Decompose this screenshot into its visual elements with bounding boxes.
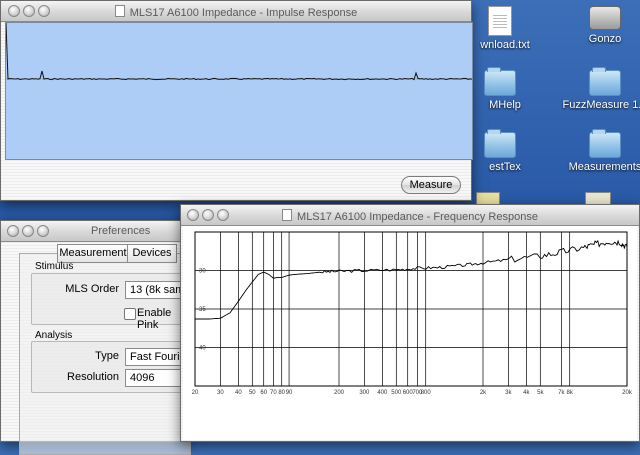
x-tick-label: 90	[286, 390, 293, 396]
impulse-plot-svg	[6, 23, 472, 159]
desktop-icon-label: FuzzMeasure 1.1	[562, 99, 640, 111]
x-tick-label: 40	[235, 390, 242, 396]
desktop-icon-label: estTex	[489, 161, 521, 173]
window-titlebar[interactable]: MLS17 A6100 Impedance - Frequency Respon…	[181, 205, 639, 226]
text-document-icon	[488, 6, 512, 36]
x-tick-label: 800	[421, 390, 432, 396]
x-tick-label: 7k	[558, 390, 565, 396]
y-tick-label: -40	[197, 346, 206, 352]
hard-disk-icon	[589, 6, 621, 30]
x-tick-label: 20	[192, 390, 199, 396]
window-title-text: MLS17 A6100 Impedance - Frequency Respon…	[297, 211, 538, 223]
x-tick-label: 2k	[480, 390, 487, 396]
desktop-icon-measurements[interactable]: Measurements	[560, 129, 640, 173]
y-tick-label: -35	[197, 307, 206, 313]
impulse-plot[interactable]	[5, 22, 473, 160]
frequency-response-window[interactable]: MLS17 A6100 Impedance - Frequency Respon…	[180, 204, 640, 442]
type-label: Type	[95, 350, 119, 362]
desktop-icon-fuzzmeasure[interactable]: FuzzMeasure 1.1	[560, 67, 640, 111]
window-titlebar[interactable]: MLS17 A6100 Impedance - Impulse Response	[1, 1, 471, 22]
folder-icon	[484, 129, 516, 158]
x-tick-label: 20k	[622, 390, 633, 396]
stimulus-heading: Stimulus	[35, 261, 74, 272]
y-tick-label: -30	[197, 269, 206, 275]
window-title: MLS17 A6100 Impedance - Impulse Response	[1, 5, 471, 19]
minimize-window-button[interactable]	[22, 225, 34, 237]
resolution-label: Resolution	[67, 371, 119, 383]
x-tick-label: 4k	[523, 390, 530, 396]
desktop-icon-gonzo[interactable]: Gonzo	[560, 6, 640, 45]
document-icon	[114, 5, 125, 17]
x-tick-label: 400	[377, 390, 388, 396]
mls-order-label: MLS Order	[65, 283, 119, 295]
tab-devices[interactable]: Devices	[127, 244, 177, 263]
x-tick-label: 5k	[537, 390, 544, 396]
impulse-response-window[interactable]: MLS17 A6100 Impedance - Impulse Response…	[0, 0, 473, 201]
zoom-window-button[interactable]	[37, 225, 49, 237]
x-tick-label: 70	[270, 390, 277, 396]
x-tick-label: 60	[260, 390, 267, 396]
folder-icon	[589, 67, 621, 96]
frequency-response-chart[interactable]: 20 30 40 50 60 70 80 90 200 300 400 500 600 700800 2k 3…	[183, 226, 637, 440]
plot-background	[6, 23, 472, 159]
analysis-heading: Analysis	[35, 330, 73, 341]
x-tick-label: 300	[359, 390, 370, 396]
close-window-button[interactable]	[7, 225, 19, 237]
folder-icon	[484, 67, 516, 96]
desktop-icon-label: MHelp	[489, 99, 521, 111]
x-tick-label: 8k	[567, 390, 574, 396]
enable-pink-checkbox[interactable]	[124, 308, 136, 320]
window-title-text: MLS17 A6100 Impedance - Impulse Response	[129, 7, 358, 19]
window-title: Preferences	[91, 225, 151, 237]
measure-button[interactable]: Measure	[401, 176, 461, 194]
document-icon	[282, 209, 293, 221]
x-tick-label: 200	[334, 390, 345, 396]
x-tick-label: 80	[278, 390, 285, 396]
window-title: MLS17 A6100 Impedance - Frequency Respon…	[181, 209, 639, 223]
desktop-icon-label: Gonzo	[588, 33, 622, 45]
x-tick-label: 500	[391, 390, 402, 396]
preferences-window[interactable]: Preferences Measurement Devices Stimulus…	[0, 220, 195, 455]
desktop-icon-label: wnload.txt	[480, 39, 530, 51]
x-tick-label: 30	[217, 390, 224, 396]
window-titlebar[interactable]: Preferences	[1, 221, 189, 242]
folder-icon	[589, 129, 621, 158]
x-tick-label: 50	[249, 390, 256, 396]
x-tick-label: 3k	[505, 390, 512, 396]
desktop-icon-label: Measurements	[568, 161, 640, 173]
